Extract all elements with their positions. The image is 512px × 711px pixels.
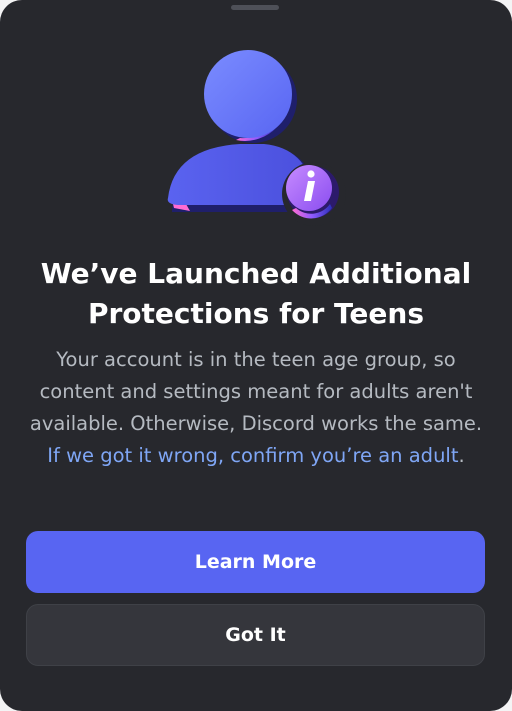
dialog-title: We’ve Launched Additional Protections fo… [20, 254, 492, 334]
body-text: Your account is in the teen age group, s… [29, 348, 483, 435]
got-it-button[interactable]: Got It [26, 604, 485, 666]
confirm-adult-link[interactable]: If we got it wrong, confirm you’re an ad… [47, 444, 458, 467]
learn-more-label: Learn More [194, 551, 317, 573]
user-info-icon [167, 50, 346, 226]
title-line-2: Protections for Teens [87, 297, 425, 330]
drag-handle[interactable] [231, 5, 279, 10]
learn-more-button[interactable]: Learn More [26, 531, 485, 593]
title-line-1: We’ve Launched Additional [40, 257, 472, 290]
got-it-label: Got It [225, 624, 286, 646]
teen-protections-sheet: We’ve Launched Additional Protections fo… [0, 0, 512, 711]
link-period: . [458, 444, 465, 467]
info-icon [286, 165, 332, 211]
dialog-body: Your account is in the teen age group, s… [26, 344, 486, 472]
